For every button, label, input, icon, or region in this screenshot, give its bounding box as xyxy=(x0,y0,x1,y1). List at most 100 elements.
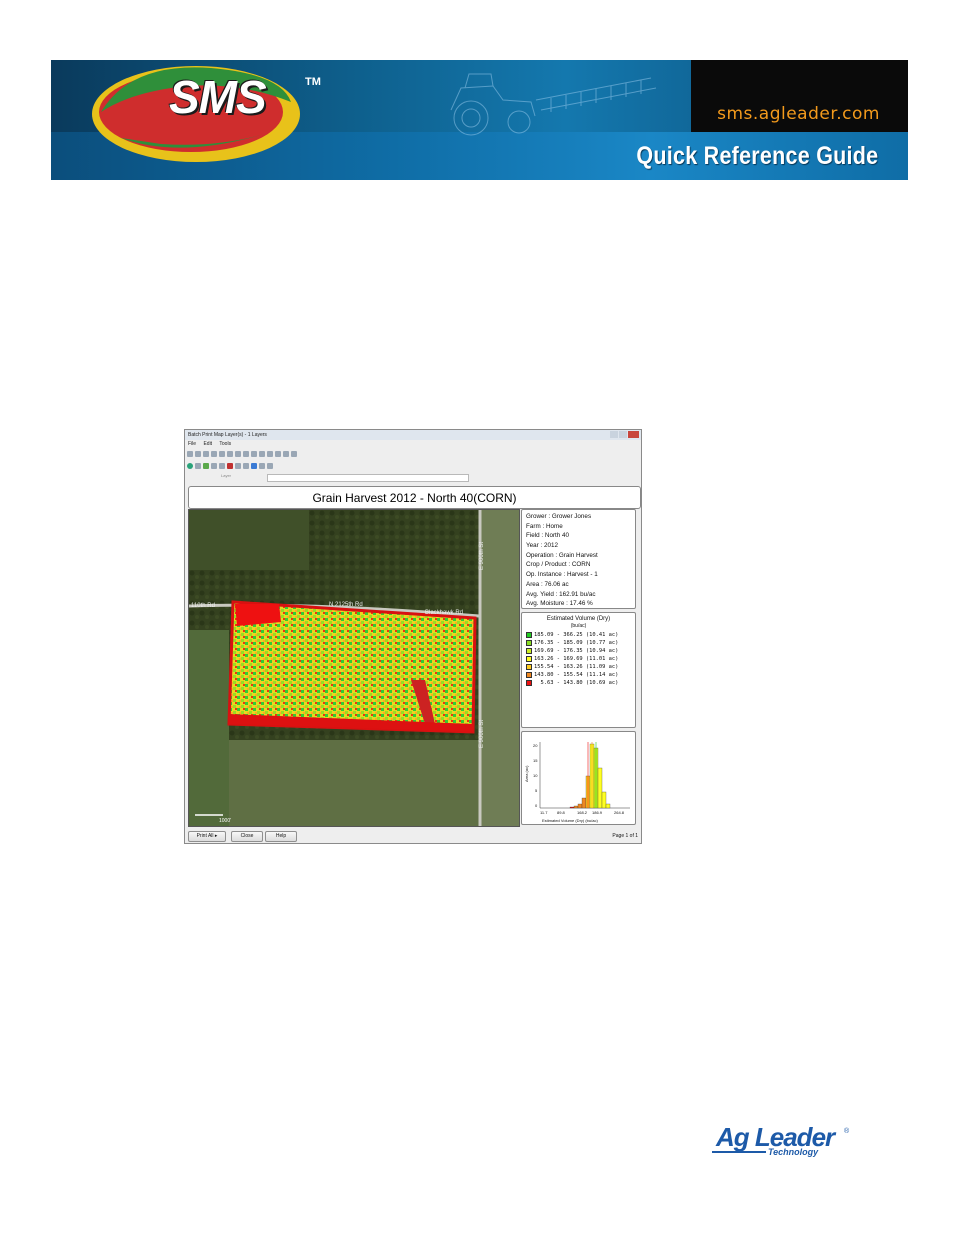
toolbar-row-2 xyxy=(187,461,273,470)
help-button[interactable]: Help xyxy=(265,831,297,842)
redo-icon[interactable] xyxy=(235,450,241,457)
map-title: Grain Harvest 2012 - North 40(CORN) xyxy=(312,491,517,505)
menu-edit[interactable]: Edit xyxy=(203,441,212,447)
legend-swatch xyxy=(526,648,532,654)
print-all-button[interactable]: Print All ▸ xyxy=(188,831,226,842)
maximize-button[interactable] xyxy=(619,431,627,438)
map-icon[interactable] xyxy=(203,462,209,469)
table-icon[interactable] xyxy=(259,462,265,469)
prev-icon[interactable] xyxy=(267,450,273,457)
info-field: Field : North 40 xyxy=(526,532,570,540)
hist-xtick-5: 264.8 xyxy=(614,810,625,815)
legend-rows: 185.09 - 366.25 (10.41 ac) 176.35 - 185.0… xyxy=(526,631,618,687)
legend-label: 155.54 - 163.26 (11.09 ac) xyxy=(534,664,619,670)
export-icon[interactable] xyxy=(283,450,289,457)
layer-row: Layer xyxy=(185,473,641,482)
cut-icon[interactable] xyxy=(243,450,249,457)
road-label-2125th: N 2125th Rd xyxy=(329,602,363,608)
info-operation: Operation : Grain Harvest xyxy=(526,551,598,559)
sms-logo-text: SMS xyxy=(169,71,267,123)
next-icon[interactable] xyxy=(275,450,281,457)
image-icon[interactable] xyxy=(243,462,249,469)
barn-icon[interactable] xyxy=(227,462,233,469)
legend-swatch xyxy=(526,672,532,678)
road-label-900th-north: E 900th St xyxy=(479,542,485,570)
settings-icon[interactable] xyxy=(291,450,297,457)
layer-dropdown[interactable] xyxy=(267,474,469,482)
road-label-110th: 110th Rd xyxy=(191,603,215,609)
save-icon[interactable] xyxy=(195,450,201,457)
window-title: Batch Print Map Layer(s) - 1 Layers xyxy=(185,430,641,440)
toolbar-row-1 xyxy=(187,449,297,458)
paste-icon[interactable] xyxy=(219,450,225,457)
hist-ytick-20: 20 xyxy=(533,743,538,748)
yield-map[interactable]: 110th Rd N 2125th Rd Blackhawk Rd E 900t… xyxy=(188,509,520,827)
print-icon[interactable] xyxy=(203,450,209,457)
info-avg-yield: Avg. Yield : 162.91 bu/ac xyxy=(526,590,596,598)
hist-xtick-4: 186.9 xyxy=(592,810,603,815)
histogram-ylabel: Area (ac) xyxy=(524,765,529,782)
hist-ytick-10: 10 xyxy=(533,773,538,778)
legend-row: 155.54 - 163.26 (11.09 ac) xyxy=(526,663,618,671)
legend-row: 185.09 - 366.25 (10.41 ac) xyxy=(526,631,618,639)
legend-label: 143.80 - 155.54 (11.14 ac) xyxy=(534,672,619,678)
chart-icon[interactable] xyxy=(219,462,225,469)
legend-row: 143.80 - 155.54 (11.14 ac) xyxy=(526,671,618,679)
legend-row: 176.35 - 185.09 (10.77 ac) xyxy=(526,639,618,647)
legend-box: Estimated Volume (Dry) (bu/ac) 185.09 - … xyxy=(521,612,636,728)
legend-label: 185.09 - 366.25 (10.41 ac) xyxy=(534,632,619,638)
close-window-button[interactable] xyxy=(628,431,639,438)
photo-icon[interactable] xyxy=(267,462,273,469)
legend-label: 176.35 - 185.09 (10.77 ac) xyxy=(534,640,619,646)
legend-row: 169.69 - 176.35 (10.94 ac) xyxy=(526,647,618,655)
ag-leader-reg: ® xyxy=(844,1128,850,1135)
info-farm: Farm : Home xyxy=(526,522,563,530)
batch-print-window: Batch Print Map Layer(s) - 1 Layers File… xyxy=(184,429,642,844)
hist-xtick-1: 11.7 xyxy=(540,810,548,815)
histogram-chart: Area (ac) Estimated Volume (Dry) (bu/ac)… xyxy=(524,742,630,823)
tractor-graphic xyxy=(450,73,657,136)
layout-icon[interactable] xyxy=(259,450,265,457)
legend-swatch xyxy=(526,656,532,662)
info-crop: Crop / Product : CORN xyxy=(526,561,591,569)
minimize-button[interactable] xyxy=(610,431,618,438)
page-indicator: Page 1 of 1 xyxy=(612,833,638,839)
undo-icon[interactable] xyxy=(227,450,233,457)
histogram-box: Area (ac) Estimated Volume (Dry) (bu/ac)… xyxy=(521,731,636,825)
menu-tools[interactable]: Tools xyxy=(219,441,231,447)
globe-icon[interactable] xyxy=(187,462,193,469)
info-year: Year : 2012 xyxy=(526,542,558,550)
ag-leader-sub: Technology xyxy=(768,1147,819,1157)
hist-xtick-3: 168.2 xyxy=(577,810,588,815)
legend-swatch xyxy=(526,664,532,670)
menu-file[interactable]: File xyxy=(188,441,196,447)
ag-leader-logo: Ag Leader ® Technology xyxy=(712,1122,852,1164)
open-icon[interactable] xyxy=(187,450,193,457)
ag-leader-underline xyxy=(712,1151,766,1153)
layers-icon[interactable] xyxy=(195,462,201,469)
histogram-icon[interactable] xyxy=(235,462,241,469)
legend-row: 5.63 - 143.80 (10.69 ac) xyxy=(526,679,618,687)
close-button[interactable]: Close xyxy=(231,831,263,842)
grid-icon[interactable] xyxy=(251,450,257,457)
print-all-label: Print All xyxy=(196,833,214,839)
field-info-box: Grower : Grower Jones Farm : Home Field … xyxy=(521,509,636,609)
info-area: Area : 76.06 ac xyxy=(526,580,569,588)
legend-swatch xyxy=(526,640,532,646)
legend-icon[interactable] xyxy=(211,462,217,469)
bottom-bar: Print All ▸ Close Help Page 1 of 1 xyxy=(185,829,641,843)
copy-icon[interactable] xyxy=(211,450,217,457)
legend-row: 163.26 - 169.69 (11.01 ac) xyxy=(526,655,618,663)
legend-label: 169.69 - 176.35 (10.94 ac) xyxy=(534,648,619,654)
text-icon[interactable] xyxy=(251,462,257,469)
hist-ytick-0: 0 xyxy=(535,803,538,808)
banner-url[interactable]: sms.agleader.com xyxy=(717,104,880,124)
legend-label: 163.26 - 169.69 (11.01 ac) xyxy=(534,656,619,662)
scale-label: 1000' xyxy=(219,818,231,824)
legend-title: Estimated Volume (Dry) xyxy=(546,616,611,622)
header-banner: SMS TM sms.agleader.com Quick Reference … xyxy=(51,60,908,180)
legend-swatch xyxy=(526,632,532,638)
hist-ytick-15: 15 xyxy=(533,758,538,763)
banner-guide-title: Quick Reference Guide xyxy=(635,142,878,170)
info-avg-moisture: Avg. Moisture : 17.46 % xyxy=(526,600,593,608)
